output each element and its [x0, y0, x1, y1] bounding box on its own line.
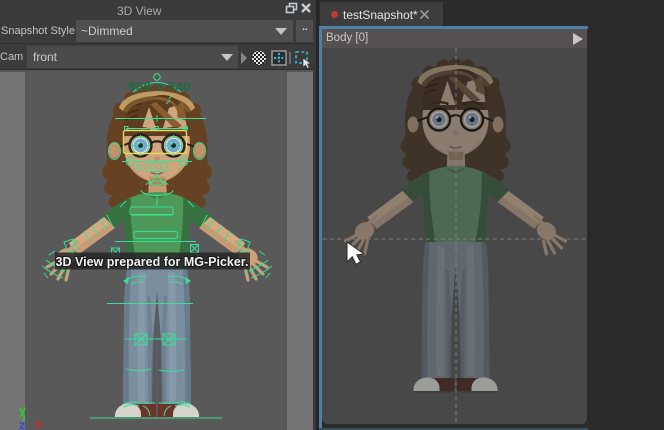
svg-text:z: z [19, 418, 25, 430]
svg-text:3D View prepared for MG-Picker: 3D View prepared for MG-Picker. [56, 255, 249, 269]
svg-text:x: x [35, 417, 42, 430]
svg-text:y: y [19, 403, 26, 417]
svg-text:960 x 540: 960 x 540 [128, 79, 191, 94]
